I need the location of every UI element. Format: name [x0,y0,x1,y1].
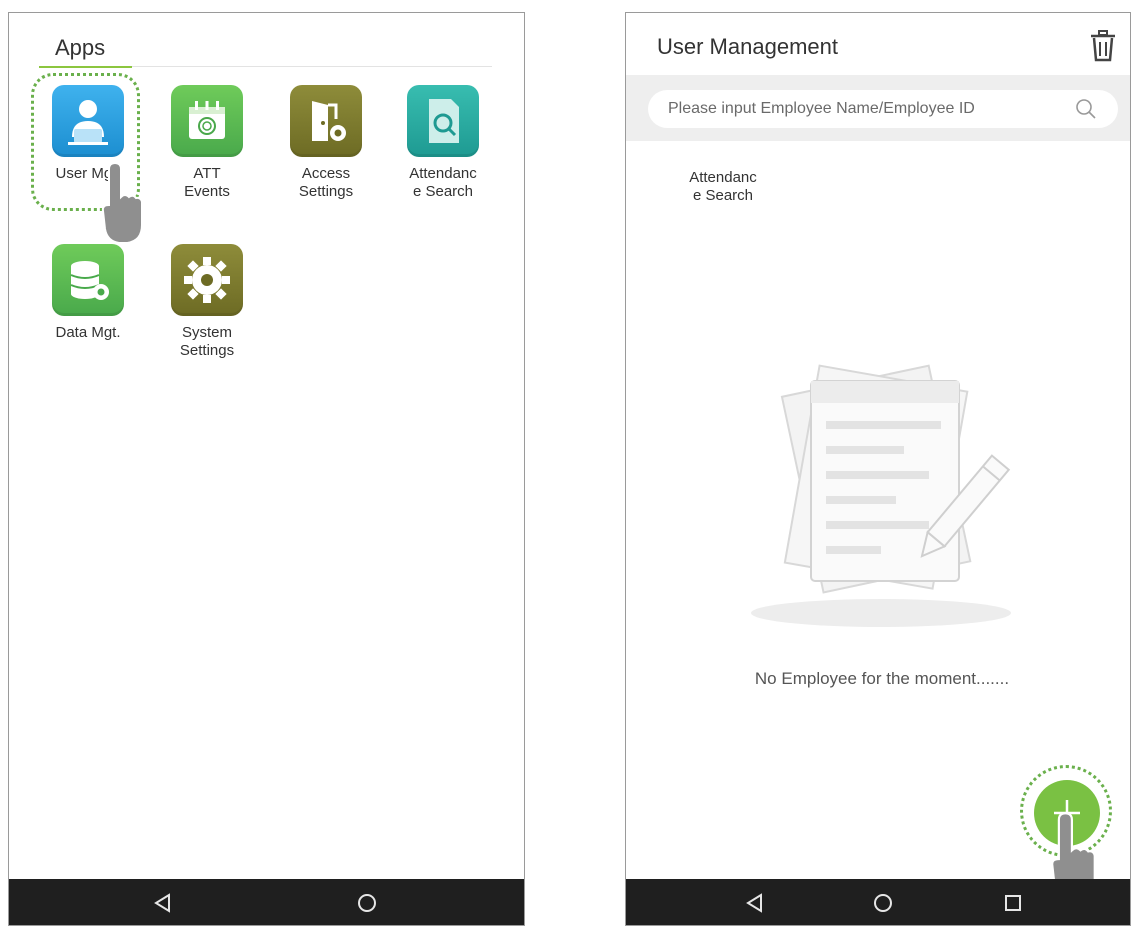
app-attendance-search[interactable]: Attendanc e Search [388,85,498,201]
app-label: ATT Events [184,165,230,200]
app-data-mgt[interactable]: Data Mgt. [33,244,143,342]
app-att-events[interactable]: ATT Events [152,85,262,201]
app-label: Attendanc e Search [409,165,477,200]
search-input[interactable] [648,90,1118,128]
search-bar [626,75,1130,141]
android-navbar [626,879,1130,925]
android-navbar [9,879,524,925]
attendance-search-icon [407,85,479,157]
search-icon[interactable] [1074,97,1098,121]
app-label-overlay: Attendanc e Search [689,169,757,204]
app-label: System Settings [179,324,235,359]
home-icon[interactable] [355,891,379,915]
recent-apps-icon[interactable] [1001,891,1025,915]
attendance-events-icon [171,85,243,157]
app-label: Access Settings [298,165,354,200]
system-settings-icon [171,244,243,316]
app-label: Data Mgt. [55,324,121,341]
pointer-hand-icon [101,163,143,244]
trash-icon[interactable] [1089,29,1117,63]
page-title: User Management [657,34,838,59]
header: User Management [626,13,1130,75]
empty-state-message: No Employee for the moment....... [754,669,1010,688]
app-access-settings[interactable]: Access Settings [271,85,381,201]
apps-tab-underline [39,66,132,68]
user-management-screen: User Management Attendanc e Search [625,12,1131,926]
back-icon[interactable] [743,891,767,915]
back-icon[interactable] [151,891,175,915]
home-icon[interactable] [871,891,895,915]
access-settings-icon [290,85,362,157]
empty-list-illustration [751,364,1011,627]
apps-title: Apps [55,35,106,60]
data-management-icon [52,244,124,316]
app-system-settings[interactable]: System Settings [152,244,262,360]
header-divider [132,66,492,67]
apps-screen: Apps User Mgt. ATT Events Access Setting… [8,12,525,926]
